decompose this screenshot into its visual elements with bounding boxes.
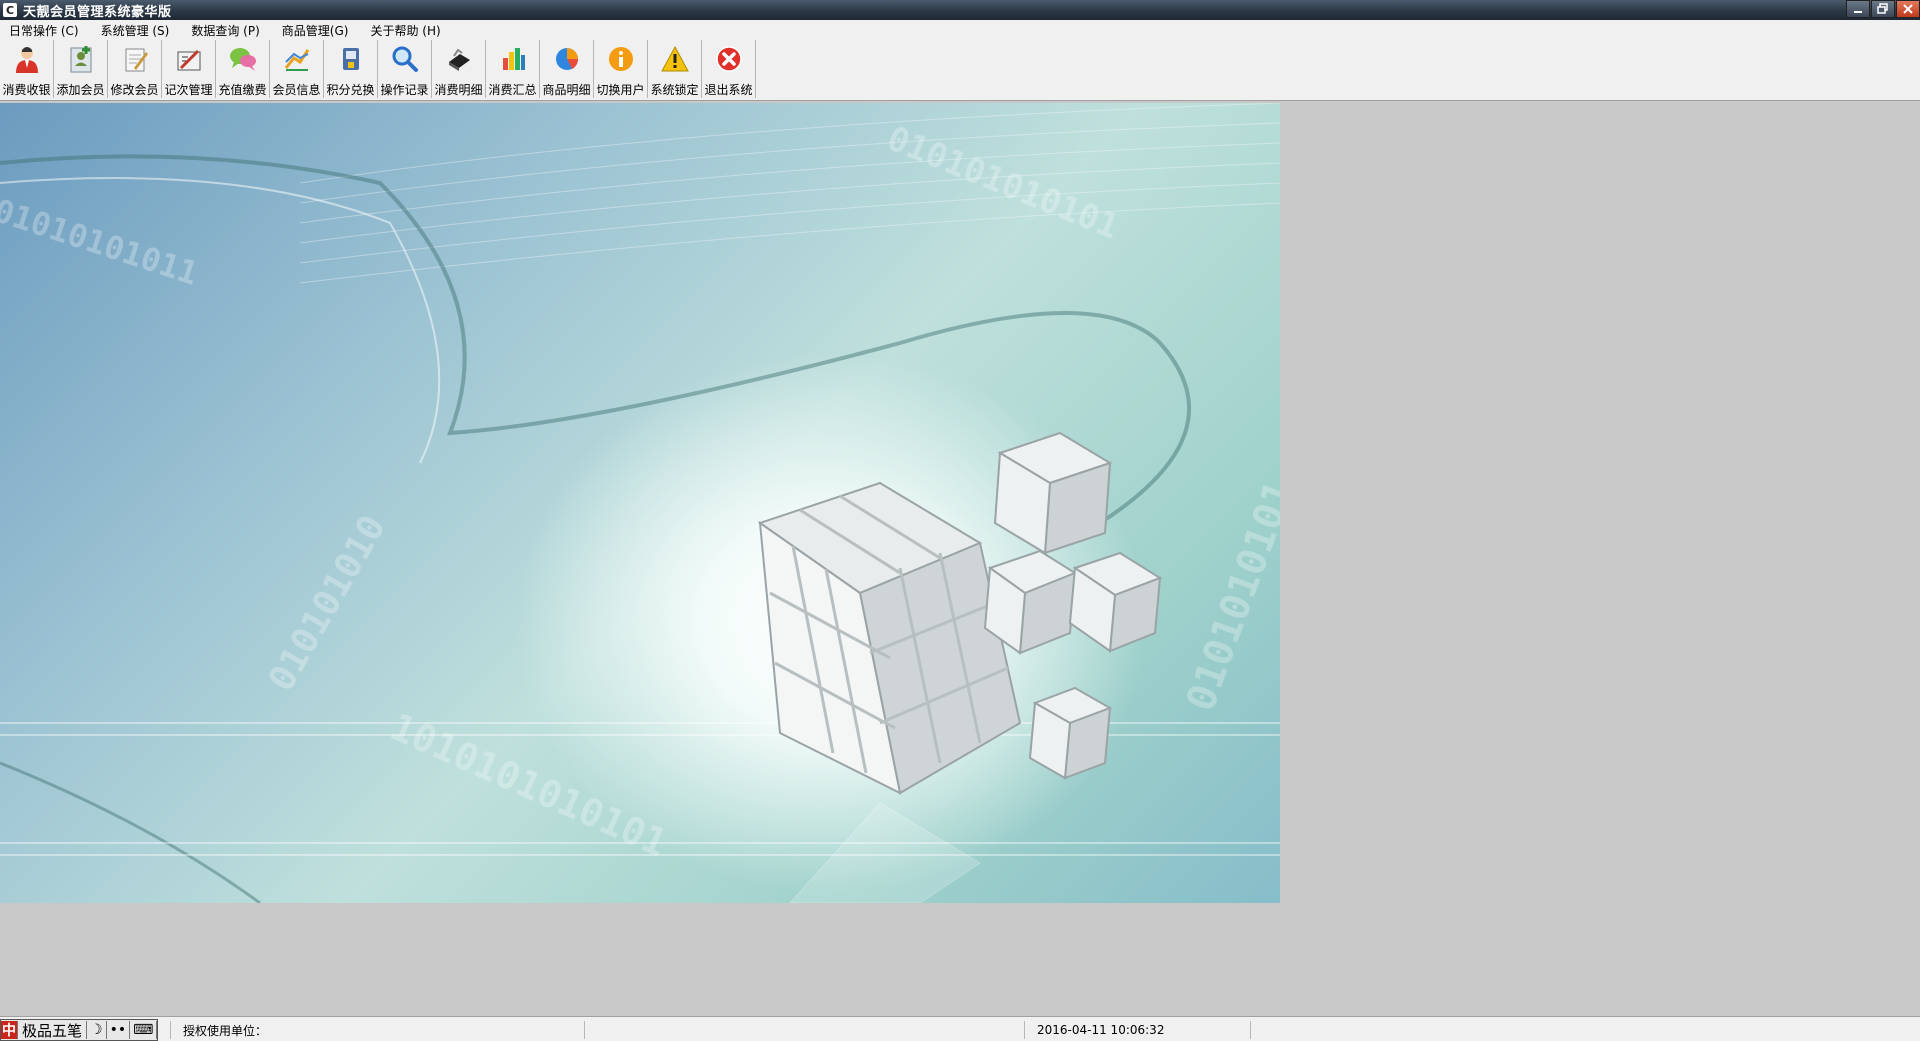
- toolbar-switch-user-button[interactable]: 切换用户: [594, 40, 648, 98]
- toolbar-edit-member-button[interactable]: 修改会员: [108, 40, 162, 98]
- toolbar: 消费收银 添加会员 修改会员 记次管理 充值缴费 会员信息 积分兑换 操作记录 …: [0, 40, 1920, 101]
- toolbar-label: 退出系统: [704, 83, 753, 97]
- toolbar-label: 充值缴费: [218, 83, 267, 97]
- toolbar-label: 记次管理: [164, 83, 213, 97]
- toolbar-label: 添加会员: [56, 83, 105, 97]
- toolbar-consumption-detail-button[interactable]: 消费明细: [432, 40, 486, 98]
- toolbar-label: 切换用户: [596, 83, 645, 97]
- cashier-person-icon: [11, 44, 43, 74]
- edit-member-icon: [119, 44, 151, 74]
- toolbar-member-info-button[interactable]: 会员信息: [270, 40, 324, 98]
- close-icon: [1903, 4, 1913, 14]
- menu-help[interactable]: 关于帮助 (H): [360, 22, 452, 39]
- ime-name[interactable]: 极品五笔: [18, 1021, 88, 1040]
- minimize-button[interactable]: [1846, 0, 1870, 18]
- window-controls: [1845, 0, 1920, 20]
- consumption-detail-icon: [443, 44, 475, 74]
- status-license: 授权使用单位：: [170, 1021, 584, 1039]
- bar-chart-icon: [497, 44, 529, 74]
- toolbar-add-member-button[interactable]: 添加会员: [54, 40, 108, 98]
- window-title: 天靓会员管理系统豪华版: [23, 4, 172, 20]
- member-info-icon: [281, 44, 313, 74]
- ime-logo-icon[interactable]: 中: [1, 1021, 18, 1039]
- toolbar-count-manage-button[interactable]: 记次管理: [162, 40, 216, 98]
- status-empty-panel: [1250, 1021, 1920, 1039]
- menu-bar: 日常操作 (C) 系统管理 (S) 数据查询 (P) 商品管理(G) 关于帮助 …: [0, 20, 1920, 40]
- status-bar: 中 极品五笔 ☽ •• ⌨ 授权使用单位： 2016-04-11 10:06:3…: [0, 1016, 1920, 1041]
- info-icon: [605, 44, 637, 74]
- ime-keyboard-icon[interactable]: ⌨: [130, 1021, 158, 1039]
- toolbar-exit-button[interactable]: 退出系统: [702, 40, 756, 98]
- toolbar-label: 商品明细: [542, 83, 591, 97]
- status-empty-panel: [584, 1021, 1024, 1039]
- restore-icon: [1877, 3, 1888, 14]
- license-label: 授权使用单位：: [183, 1023, 268, 1038]
- background-banner-image: 01010101011 010101010101 1010101010101 0…: [0, 103, 1280, 903]
- recharge-chat-icon: [227, 44, 259, 74]
- minimize-icon: [1854, 11, 1862, 13]
- toolbar-label: 系统锁定: [650, 83, 699, 97]
- toolbar-operation-log-button[interactable]: 操作记录: [378, 40, 432, 98]
- app-icon: C: [3, 3, 17, 17]
- menu-data-query[interactable]: 数据查询 (P): [181, 22, 271, 39]
- ime-punct-icon[interactable]: ••: [107, 1021, 131, 1039]
- workspace: 01010101011 010101010101 1010101010101 0…: [0, 101, 1920, 1016]
- ime-moon-icon[interactable]: ☽: [87, 1021, 107, 1039]
- menu-goods-manage[interactable]: 商品管理(G): [272, 22, 361, 39]
- close-button[interactable]: [1896, 0, 1920, 18]
- toolbar-label: 修改会员: [110, 83, 159, 97]
- exit-icon: [713, 44, 745, 74]
- toolbar-label: 积分兑换: [326, 83, 375, 97]
- toolbar-points-exchange-button[interactable]: 积分兑换: [324, 40, 378, 98]
- datetime-text: 2016-04-11 10:06:32: [1037, 1023, 1165, 1037]
- toolbar-consumption-summary-button[interactable]: 消费汇总: [486, 40, 540, 98]
- menu-daily-ops[interactable]: 日常操作 (C): [0, 22, 91, 39]
- add-member-icon: [65, 44, 97, 74]
- toolbar-system-lock-button[interactable]: 系统锁定: [648, 40, 702, 98]
- toolbar-recharge-button[interactable]: 充值缴费: [216, 40, 270, 98]
- menu-system-manage[interactable]: 系统管理 (S): [91, 22, 182, 39]
- magnifier-icon: [389, 44, 421, 74]
- status-datetime: 2016-04-11 10:06:32: [1024, 1021, 1250, 1039]
- toolbar-label: 消费收银: [2, 83, 51, 97]
- pie-chart-icon: [551, 44, 583, 74]
- toolbar-label: 操作记录: [380, 83, 429, 97]
- toolbar-cashier-button[interactable]: 消费收银: [0, 40, 54, 98]
- toolbar-label: 消费汇总: [488, 83, 537, 97]
- ime-toolbar[interactable]: 中 极品五笔 ☽ •• ⌨: [0, 1019, 159, 1041]
- points-exchange-icon: [335, 44, 367, 74]
- title-bar: C 天靓会员管理系统豪华版: [0, 0, 1920, 20]
- warning-icon: [659, 44, 691, 74]
- count-manage-icon: [173, 44, 205, 74]
- toolbar-label: 消费明细: [434, 83, 483, 97]
- toolbar-label: 会员信息: [272, 83, 321, 97]
- toolbar-goods-detail-button[interactable]: 商品明细: [540, 40, 594, 98]
- restore-button[interactable]: [1871, 0, 1895, 18]
